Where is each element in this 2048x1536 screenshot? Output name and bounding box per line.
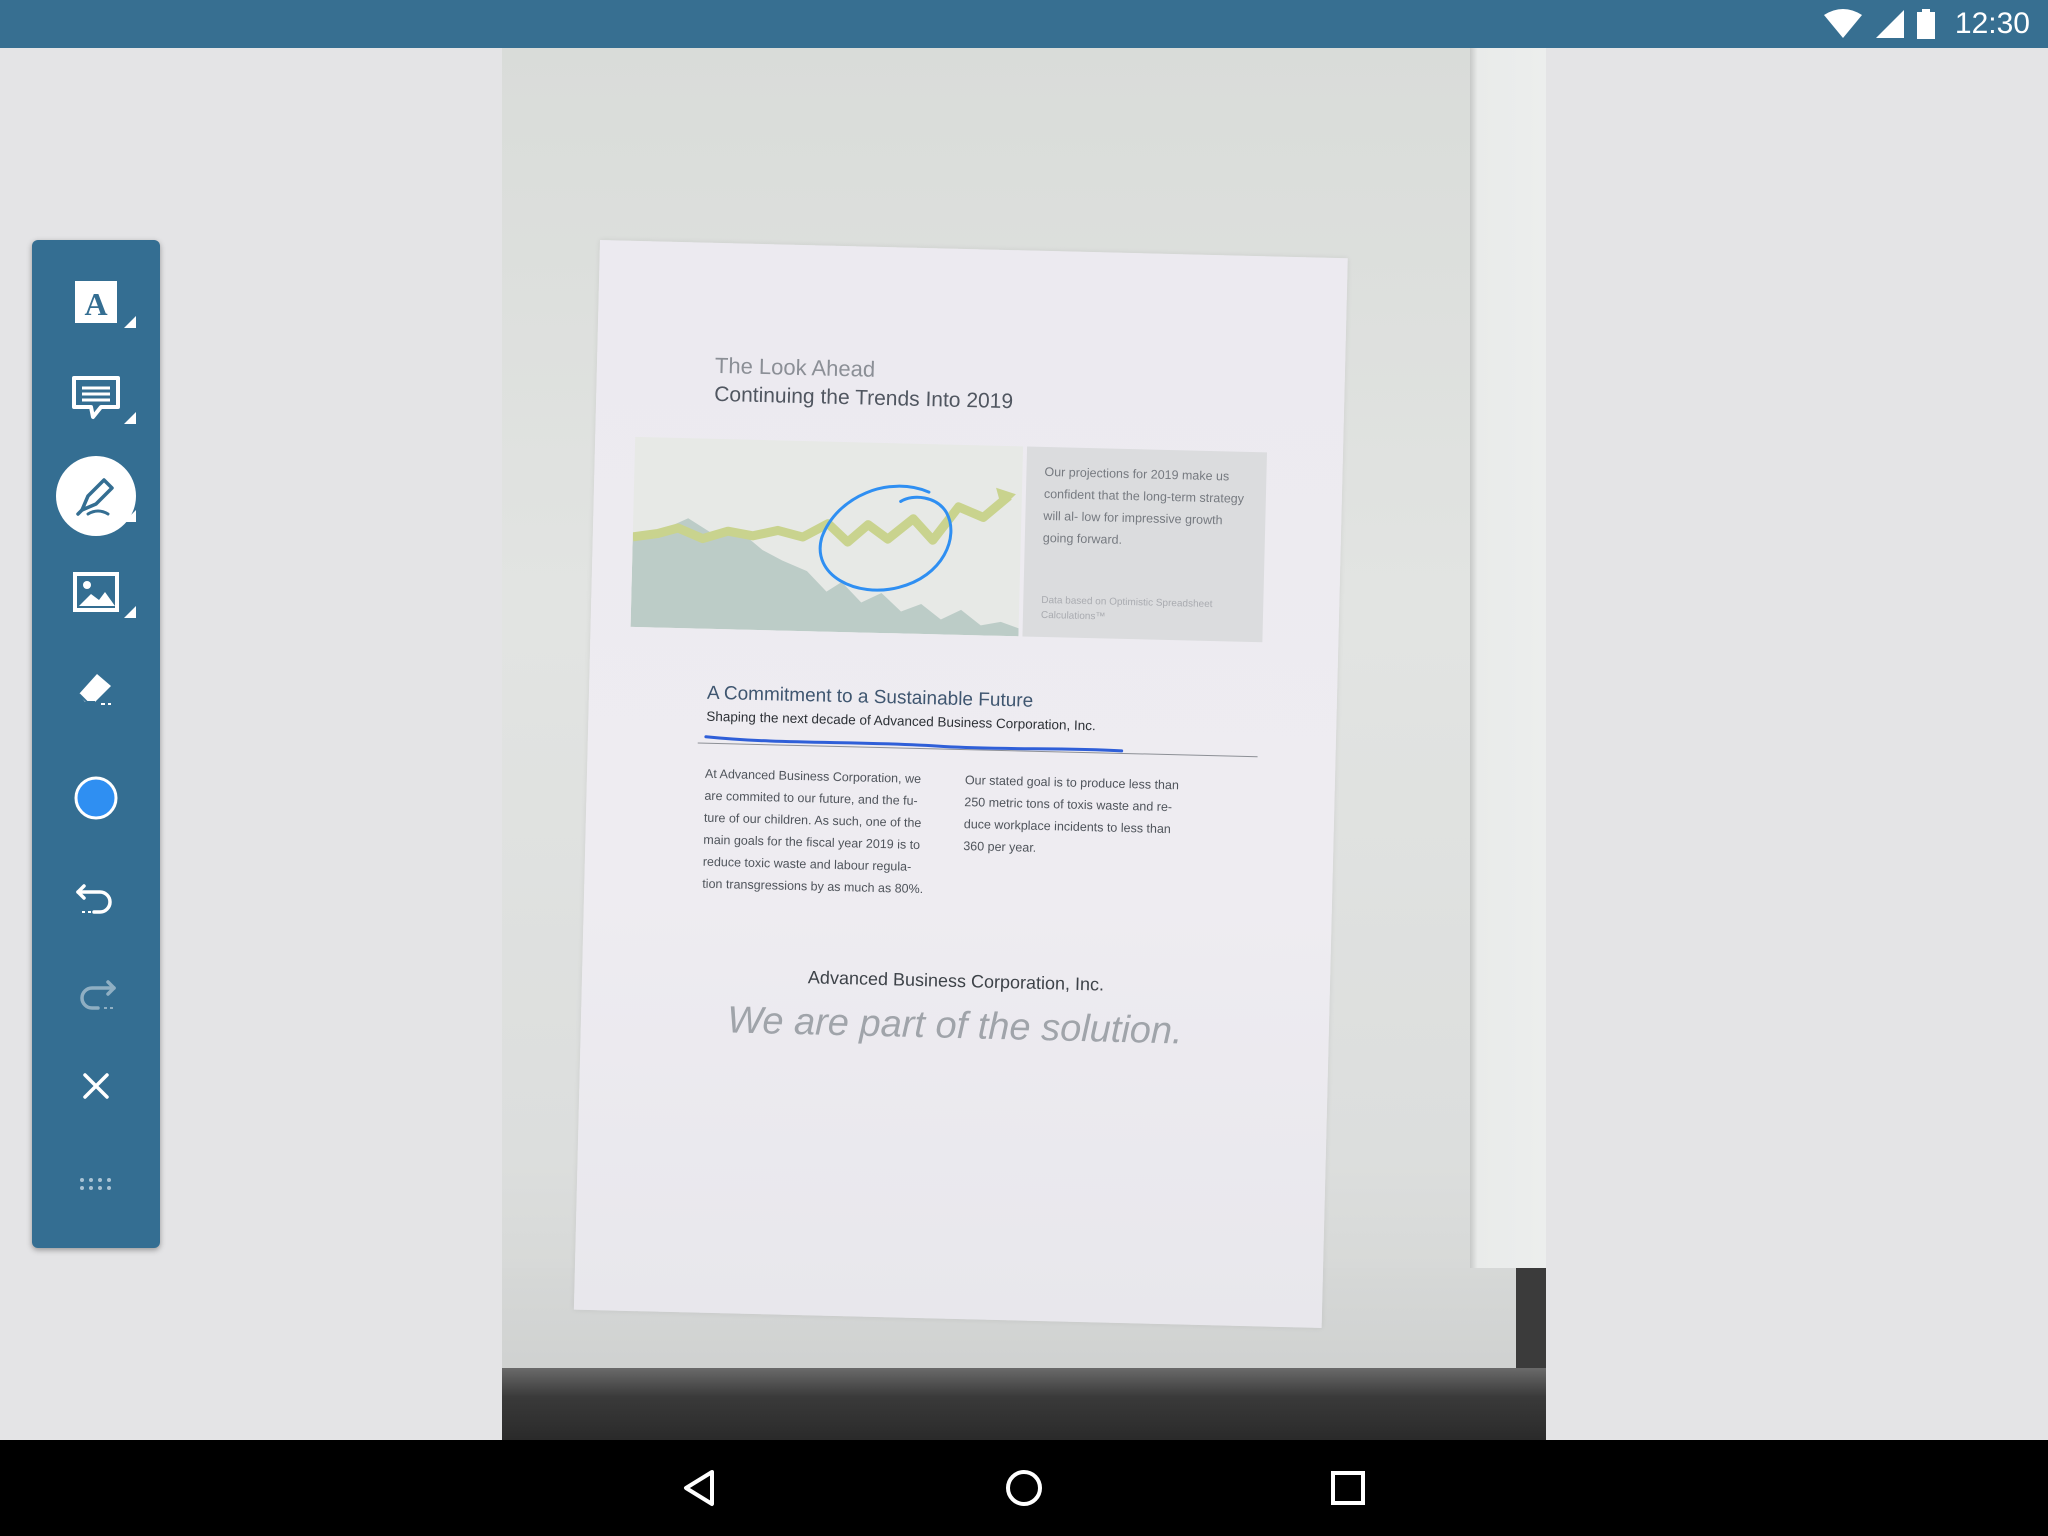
color-picker-button[interactable]: [32, 758, 160, 838]
photo-background-edge: [1470, 48, 1546, 1268]
close-button[interactable]: [32, 1046, 160, 1126]
image-tool-button[interactable]: [32, 552, 160, 632]
doc-sidebox: Our projections for 2019 make us confide…: [1022, 446, 1268, 643]
recents-button[interactable]: [1320, 1460, 1376, 1516]
signal-icon: [1875, 10, 1904, 38]
back-button[interactable]: [672, 1460, 728, 1516]
photo-background-bottom: [502, 1368, 1546, 1440]
doc-column-right: Our stated goal is to produce less than …: [963, 773, 1180, 855]
text-A-icon: A: [75, 281, 117, 323]
drag-handle-icon: [80, 1178, 111, 1190]
ink-underline-annotation[interactable]: [704, 729, 1124, 759]
doc-section-heading: A Commitment to a Sustainable Future: [706, 682, 1034, 712]
submenu-indicator: [124, 510, 136, 522]
image-icon: [73, 572, 119, 612]
doc-title: Continuing the Trends Into 2019: [713, 382, 1014, 414]
color-swatch-icon: [74, 776, 118, 820]
close-icon: [83, 1073, 109, 1099]
text-tool-button[interactable]: A: [32, 262, 160, 342]
toolbar-drag-handle[interactable]: [32, 1144, 160, 1224]
wifi-icon: [1823, 9, 1862, 38]
doc-eyebrow: The Look Ahead: [714, 352, 876, 382]
comment-icon: [72, 376, 120, 419]
back-icon: [684, 1470, 714, 1506]
doc-sidebox-text: Our projections for 2019 make us confide…: [1042, 464, 1245, 547]
ink-circle-annotation[interactable]: [806, 475, 969, 609]
doc-company-name: Advanced Business Corporation, Inc.: [807, 967, 1105, 995]
pen-tool-button[interactable]: [32, 456, 160, 536]
comment-tool-button[interactable]: [32, 358, 160, 438]
eraser-tool-button[interactable]: [32, 648, 160, 728]
redo-icon: [80, 980, 116, 1010]
pen-icon: [76, 478, 114, 516]
undo-button[interactable]: [32, 854, 160, 934]
home-icon: [1006, 1470, 1042, 1506]
recents-icon: [1331, 1471, 1365, 1505]
doc-column-left: At Advanced Business Corporation, we are…: [702, 766, 924, 897]
navigation-bar: [0, 1440, 2048, 1536]
home-button[interactable]: [996, 1460, 1052, 1516]
submenu-indicator: [124, 606, 136, 618]
undo-icon: [76, 884, 112, 914]
status-icons: 12:30: [1823, 0, 2030, 48]
doc-sidebox-note: Data based on Optimistic Spreadsheet Cal…: [1040, 594, 1213, 623]
submenu-indicator: [124, 412, 136, 424]
redo-button[interactable]: [32, 950, 160, 1030]
annotation-toolbar: A: [32, 240, 160, 1248]
svg-text:A: A: [84, 286, 107, 322]
doc-slogan: We are part of the solution.: [726, 999, 1184, 1053]
battery-icon: [1916, 9, 1935, 39]
status-time: 12:30: [1954, 7, 2030, 40]
scanned-page[interactable]: The Look Ahead Continuing the Trends Int…: [573, 240, 1348, 1328]
status-bar: 12:30: [0, 0, 2048, 48]
eraser-icon: [78, 674, 111, 705]
submenu-indicator: [124, 316, 136, 328]
